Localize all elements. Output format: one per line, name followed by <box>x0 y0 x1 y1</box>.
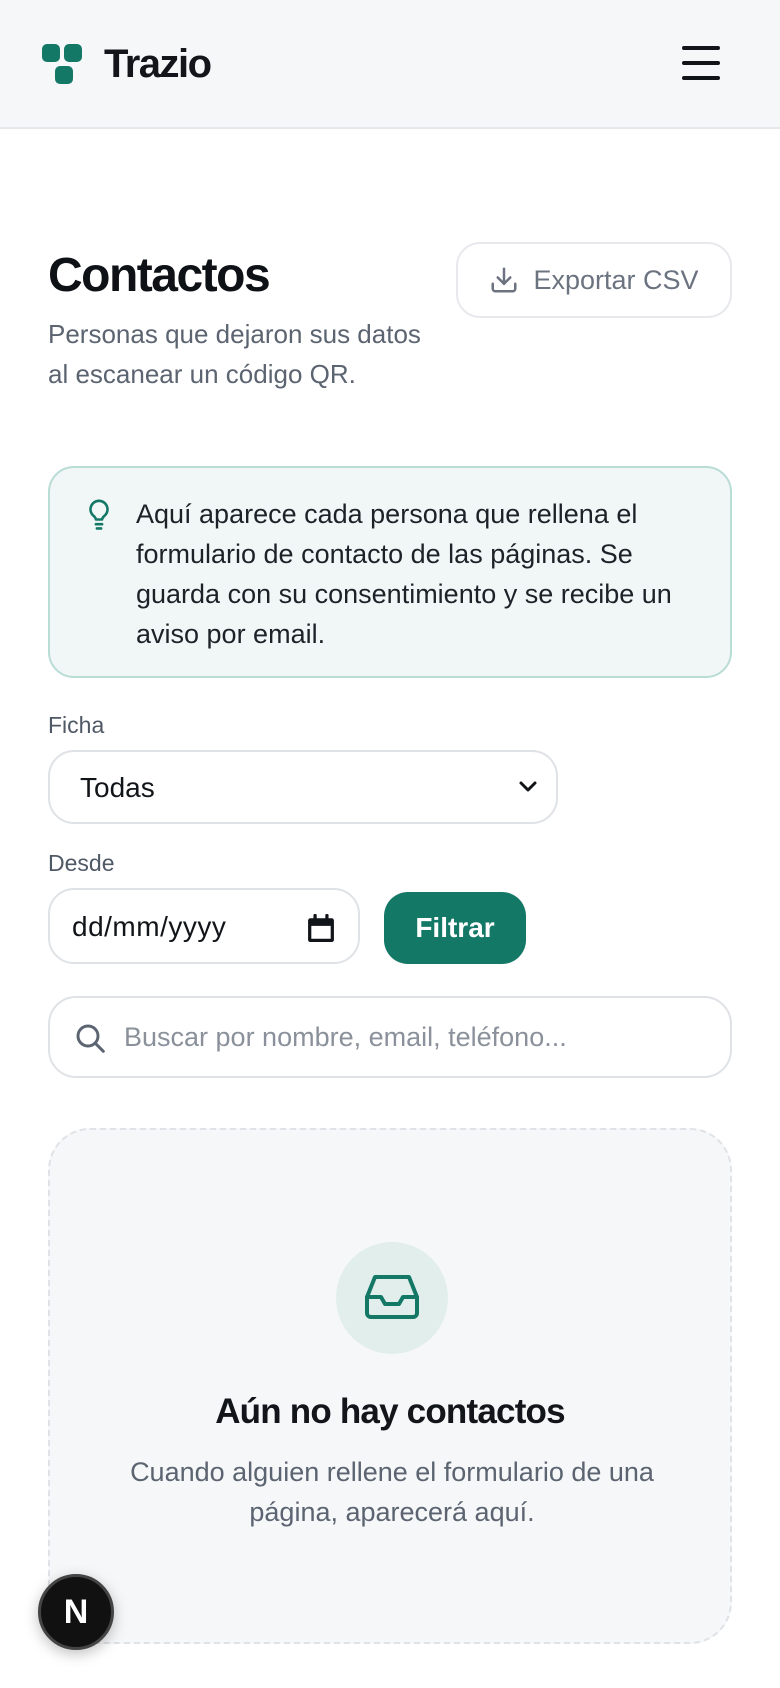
chevron-down-icon <box>519 781 537 792</box>
search-placeholder: Buscar por nombre, email, teléfono... <box>124 1022 567 1052</box>
empty-state-title: Aún no hay contactos <box>215 1392 565 1431</box>
filter-button[interactable]: Filtrar <box>384 892 526 964</box>
ficha-label: Ficha <box>48 712 105 738</box>
date-placeholder: dd/mm/yyyy <box>72 911 227 942</box>
desde-date-input[interactable]: dd/mm/yyyy <box>48 888 360 964</box>
app-name: Trazio <box>104 42 212 86</box>
ficha-select[interactable]: Todas <box>48 750 558 824</box>
top-navigation-bar: Trazio <box>0 0 780 129</box>
empty-state-message: Cuando alguien rellene el formulario de … <box>130 1457 654 1527</box>
inbox-icon <box>365 1275 419 1319</box>
page-subtitle: Personas que dejaron sus datos al escane… <box>48 319 421 389</box>
info-tip-box: Aquí aparece cada persona que rellena el… <box>48 466 732 678</box>
calendar-icon[interactable] <box>308 914 334 942</box>
ficha-selected-value: Todas <box>80 772 155 803</box>
dev-badge-letter: N <box>63 1593 89 1631</box>
download-icon <box>491 267 517 293</box>
dev-tools-badge[interactable]: N <box>38 1574 114 1650</box>
app-logo[interactable]: Trazio <box>42 42 212 87</box>
export-csv-label: Exportar CSV <box>533 264 699 295</box>
logo-mark-icon <box>42 43 86 86</box>
search-input[interactable]: Buscar por nombre, email, teléfono... <box>48 996 732 1078</box>
lightbulb-icon <box>89 499 109 530</box>
page-title: Contactos <box>48 249 271 302</box>
empty-state-icon-circle <box>336 1242 448 1354</box>
export-csv-button[interactable]: Exportar CSV <box>456 242 732 318</box>
hamburger-menu-icon[interactable] <box>676 42 726 84</box>
desde-label: Desde <box>48 850 115 876</box>
info-tip-text: Aquí aparece cada persona que rellena el… <box>136 499 672 649</box>
empty-state-card: Aún no hay contactos Cuando alguien rell… <box>48 1128 732 1644</box>
search-icon <box>76 1024 105 1053</box>
